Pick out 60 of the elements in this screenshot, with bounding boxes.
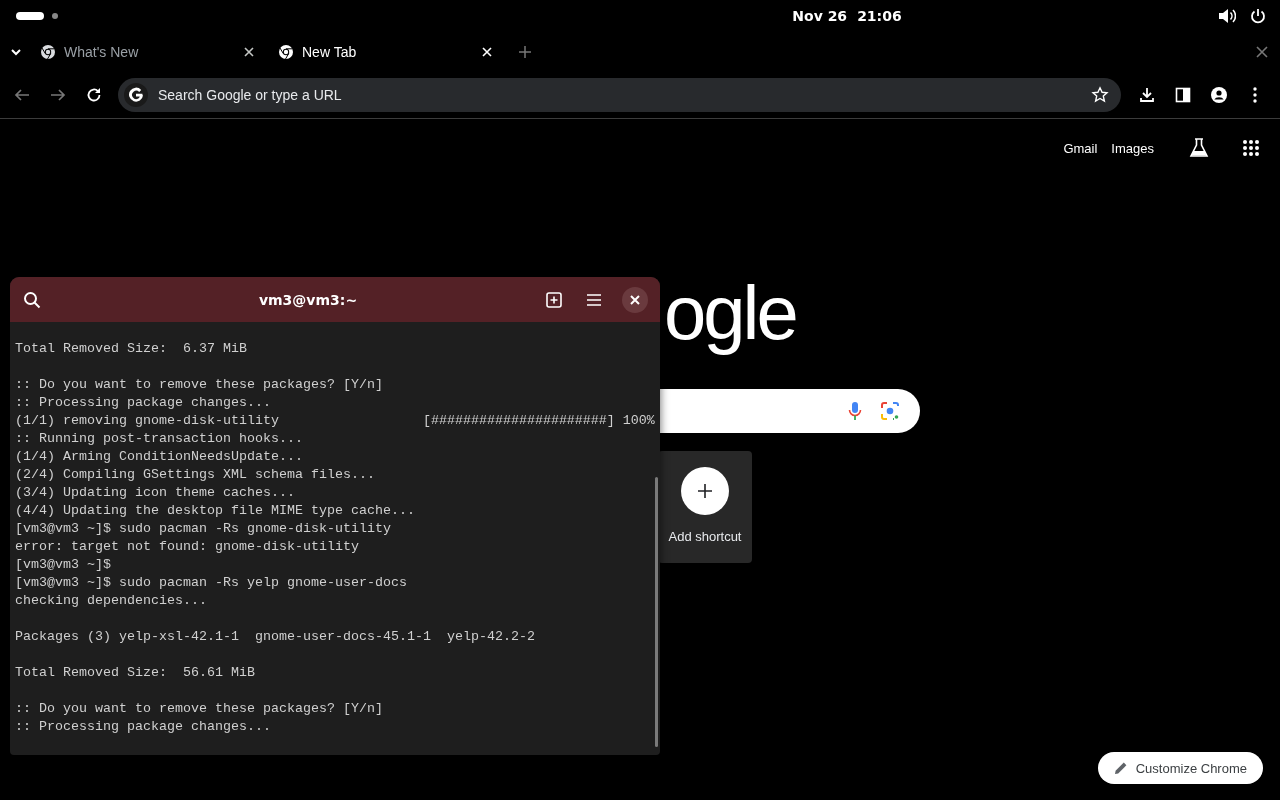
volume-icon[interactable] (1218, 8, 1236, 24)
microphone-icon[interactable] (848, 401, 862, 421)
terminal-line: Total Removed Size: 56.61 MiB (15, 664, 256, 682)
new-tab-icon (546, 291, 562, 308)
terminal-line: error: target not found: gnome-disk-utility (15, 538, 360, 556)
browser-logo-icon (278, 44, 294, 60)
profile-icon (1210, 86, 1228, 104)
search-field[interactable] (660, 389, 920, 433)
terminal-line: :: Processing package changes... (15, 718, 272, 736)
google-logo: ogle (664, 275, 796, 357)
power-icon[interactable] (1250, 8, 1266, 24)
workspace-indicator-icon[interactable] (16, 12, 44, 20)
header-link[interactable]: Images (1111, 140, 1154, 156)
clock-date[interactable]: Nov 26 (792, 8, 848, 24)
address-bar[interactable]: Search Google or type a URL (118, 78, 1121, 112)
plus-icon (696, 482, 714, 500)
menu-icon (586, 292, 602, 307)
close-icon (630, 294, 640, 305)
terminal-line: Packages (3) yelp-xsl-42.1-1 gnome-user-docs-45.1-1 yelp-42.2-2 (15, 628, 536, 646)
terminal-line: (3/4) Updating icon theme caches... (15, 484, 296, 502)
browser-tab[interactable]: What's New (32, 36, 270, 68)
terminal-line: [vm3@vm3 ~]$ (15, 556, 112, 574)
camera-lens-icon[interactable] (880, 401, 900, 421)
terminal-line: :: Do you want to remove these packages? [Y/n] (15, 700, 384, 718)
google-g-icon (128, 87, 144, 103)
customize-chrome-button[interactable]: Customize Chrome (1097, 752, 1263, 784)
clock-time[interactable]: 21:06 (857, 8, 902, 24)
terminal-line: (1/1) removing gnome-disk-utility [######################] 100% (15, 412, 656, 430)
header-link[interactable]: Gmail (1063, 140, 1098, 156)
terminal-line: :: Running post-transaction hooks... (15, 430, 304, 448)
scrollbar[interactable] (655, 477, 658, 747)
apps-grid-icon[interactable] (1242, 139, 1260, 157)
reload-icon (85, 86, 103, 104)
bookmark-star-icon[interactable] (1091, 86, 1109, 104)
flask-icon[interactable] (1188, 137, 1210, 159)
workspace-dot-icon[interactable] (52, 13, 58, 19)
pencil-icon (1113, 761, 1128, 775)
add-shortcut-tile[interactable]: Add shortcut (658, 451, 752, 563)
close-icon[interactable] (243, 46, 255, 58)
terminal-line: [vm3@vm3 ~]$ sudo pacman -Rs yelp gnome-user-docs (15, 574, 408, 592)
new-tab-plus-icon[interactable] (518, 45, 532, 59)
tab-search-caret-icon[interactable] (10, 48, 22, 56)
terminal-line: (2/4) Compiling GSettings XML schema files... (15, 466, 376, 484)
terminal-line: (1/4) Arming ConditionNeedsUpdate... (15, 448, 304, 466)
terminal-line: [vm3@vm3 ~]$ sudo pacman -Rs gnome-disk-utility (15, 520, 392, 538)
window-title: vm3@vm3:~ (257, 291, 359, 308)
download-icon (1138, 86, 1156, 104)
address-field[interactable]: Search Google or type a URL (156, 86, 1091, 104)
terminal-line: checking dependencies... (15, 592, 208, 610)
terminal-line: :: Processing package changes... (15, 394, 272, 412)
close-button[interactable] (622, 286, 648, 313)
terminal-line: :: Do you want to remove these packages? [Y/n] (15, 376, 384, 394)
browser-tab[interactable]: New Tab (270, 36, 508, 68)
side-panel-icon (1174, 86, 1192, 104)
search-icon (23, 290, 41, 309)
terminal-line: Total Removed Size: 6.37 MiB (15, 340, 248, 358)
more-dots-icon (1253, 87, 1257, 103)
browser-logo-icon (40, 44, 56, 60)
terminal-line: (4/4) Updating the desktop file MIME type cache... (15, 502, 416, 520)
shortcut-label: Add shortcut (668, 529, 742, 544)
